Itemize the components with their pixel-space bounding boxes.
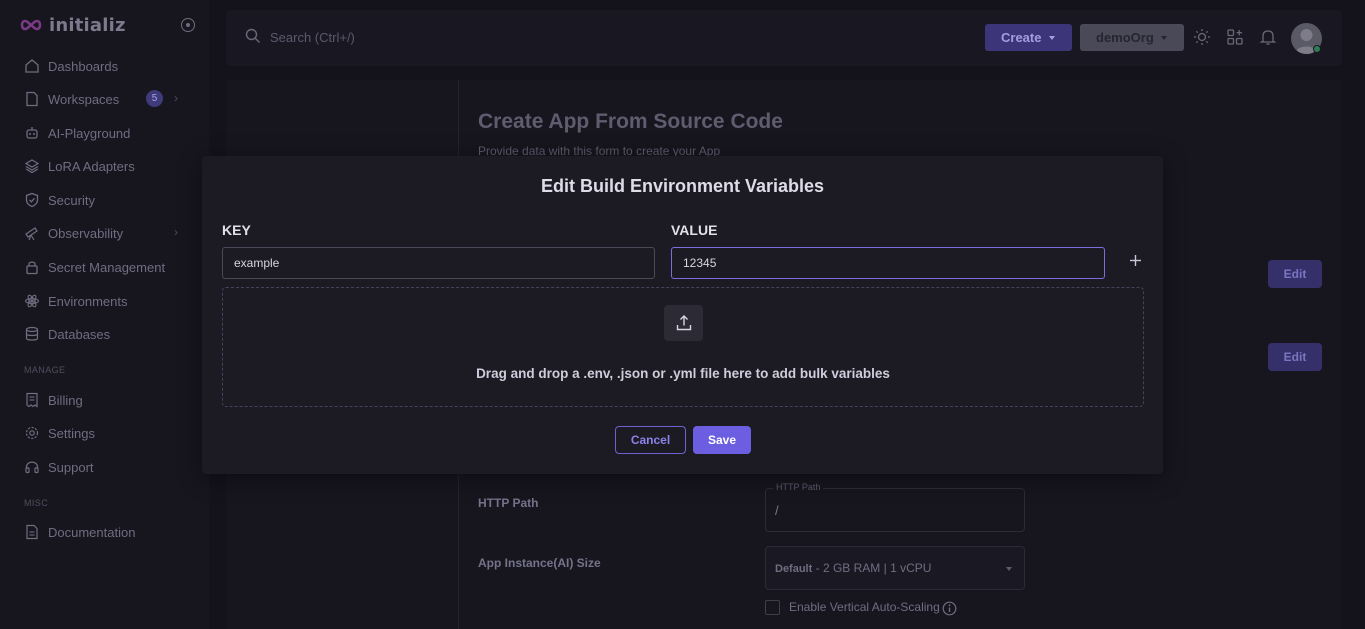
sidebar-item-label: Dashboards [48,58,119,74]
lock-icon [26,261,38,275]
value-column-label: VALUE [671,222,718,238]
layers-icon [24,159,40,174]
instance-size-value: Default - 2 GB RAM | 1 vCPU [775,561,931,575]
sidebar-item-workspaces[interactable]: Workspaces 5 › [24,89,194,109]
home-icon [25,59,39,73]
sidebar-item-label: Billing [48,392,83,408]
value-input[interactable] [671,247,1105,279]
sidebar-item-label: AI-Playground [48,125,131,141]
instance-size-spec: - 2 GB RAM | 1 vCPU [812,561,932,575]
infinity-logo-icon [20,19,42,31]
sidebar-item-support[interactable]: Support [24,457,194,477]
sidebar-collapse-icon[interactable] [181,18,195,32]
sidebar: initializ Dashboards Workspaces 5 › AI-P… [0,0,209,629]
file-icon [26,91,38,107]
autoscaling-checkbox[interactable] [765,600,780,615]
chevron-right-icon: › [174,225,178,239]
sun-icon[interactable] [1193,28,1211,46]
sidebar-item-label: LoRA Adapters [48,158,135,174]
apps-grid-icon[interactable] [1226,28,1244,46]
upload-icon [676,315,691,331]
save-button[interactable]: Save [693,426,751,454]
file-drop-zone[interactable]: Drag and drop a .env, .json or .yml file… [222,287,1144,407]
logo[interactable]: initializ [19,14,126,36]
modal-title: Edit Build Environment Variables [540,176,825,196]
instance-size-default: Default [775,563,813,575]
atom-icon [24,294,40,308]
autoscaling-label: Enable Vertical Auto-Scaling [789,600,940,614]
shield-icon [25,192,39,208]
sidebar-item-lora-adapters[interactable]: LoRA Adapters [24,156,194,176]
http-path-legend: HTTP Path [773,482,824,492]
create-button-label: Create [1001,30,1042,45]
document-icon [26,524,38,540]
page-title: Create App From Source Code [478,110,783,133]
misc-section-heading: MISC [24,498,49,508]
chevron-down-icon [1006,567,1012,571]
organization-selector[interactable]: demoOrg [1080,24,1184,51]
instance-size-label: App Instance(AI) Size [478,556,601,570]
sidebar-item-settings[interactable]: Settings [24,423,194,443]
database-icon [25,326,39,341]
sidebar-item-environments[interactable]: Environments [24,291,194,311]
search-icon [245,28,260,43]
sidebar-item-label: Environments [48,293,128,309]
sidebar-item-label: Documentation [48,524,136,540]
manage-section-heading: MANAGE [24,365,66,375]
top-bar: Create demoOrg [226,10,1342,66]
info-icon[interactable] [942,601,957,616]
sidebar-item-dashboards[interactable]: Dashboards [24,56,194,76]
chevron-down-icon [1161,36,1167,40]
sidebar-item-ai-playground[interactable]: AI-Playground [24,123,194,143]
workspaces-count-badge: 5 [146,90,163,107]
sidebar-item-security[interactable]: Security [24,190,194,210]
receipt-icon [26,392,38,408]
gear-icon [25,426,39,440]
sidebar-item-documentation[interactable]: Documentation [24,522,194,542]
sidebar-item-label: Observability [48,225,124,241]
http-path-value: / [775,503,779,518]
sidebar-item-label: Security [48,192,95,208]
sidebar-item-databases[interactable]: Databases [24,324,194,344]
cancel-button[interactable]: Cancel [615,426,686,454]
sidebar-item-observability[interactable]: Observability › [24,223,194,243]
sidebar-item-billing[interactable]: Billing [24,390,194,410]
drop-zone-text: Drag and drop a .env, .json or .yml file… [476,366,890,381]
robot-icon [26,127,38,139]
edit-env-vars-modal: Edit Build Environment Variables KEY VAL… [202,156,1163,474]
bell-icon[interactable] [1259,28,1277,46]
plus-icon[interactable] [1128,253,1143,268]
online-status-dot [1313,45,1321,53]
upload-button[interactable] [664,305,703,341]
edit-button[interactable]: Edit [1268,260,1322,288]
search-input[interactable] [270,27,470,47]
key-column-label: KEY [222,222,251,238]
key-input[interactable] [222,247,655,279]
sidebar-item-label: Workspaces [48,91,120,107]
sidebar-item-secret-management[interactable]: Secret Management [24,257,194,277]
chevron-down-icon [1049,36,1055,40]
telescope-icon [25,227,38,241]
sidebar-item-label: Support [48,459,94,475]
http-path-input[interactable] [765,488,1025,532]
chevron-right-icon: › [174,91,178,105]
organization-name: demoOrg [1096,30,1154,45]
logo-text: initializ [49,14,126,36]
sidebar-item-label: Databases [48,326,111,342]
headset-icon [25,461,39,474]
edit-button[interactable]: Edit [1268,343,1322,371]
sidebar-item-label: Settings [48,425,95,441]
http-path-label: HTTP Path [478,496,539,510]
sidebar-item-label: Secret Management [48,259,166,275]
create-button[interactable]: Create [985,24,1072,51]
